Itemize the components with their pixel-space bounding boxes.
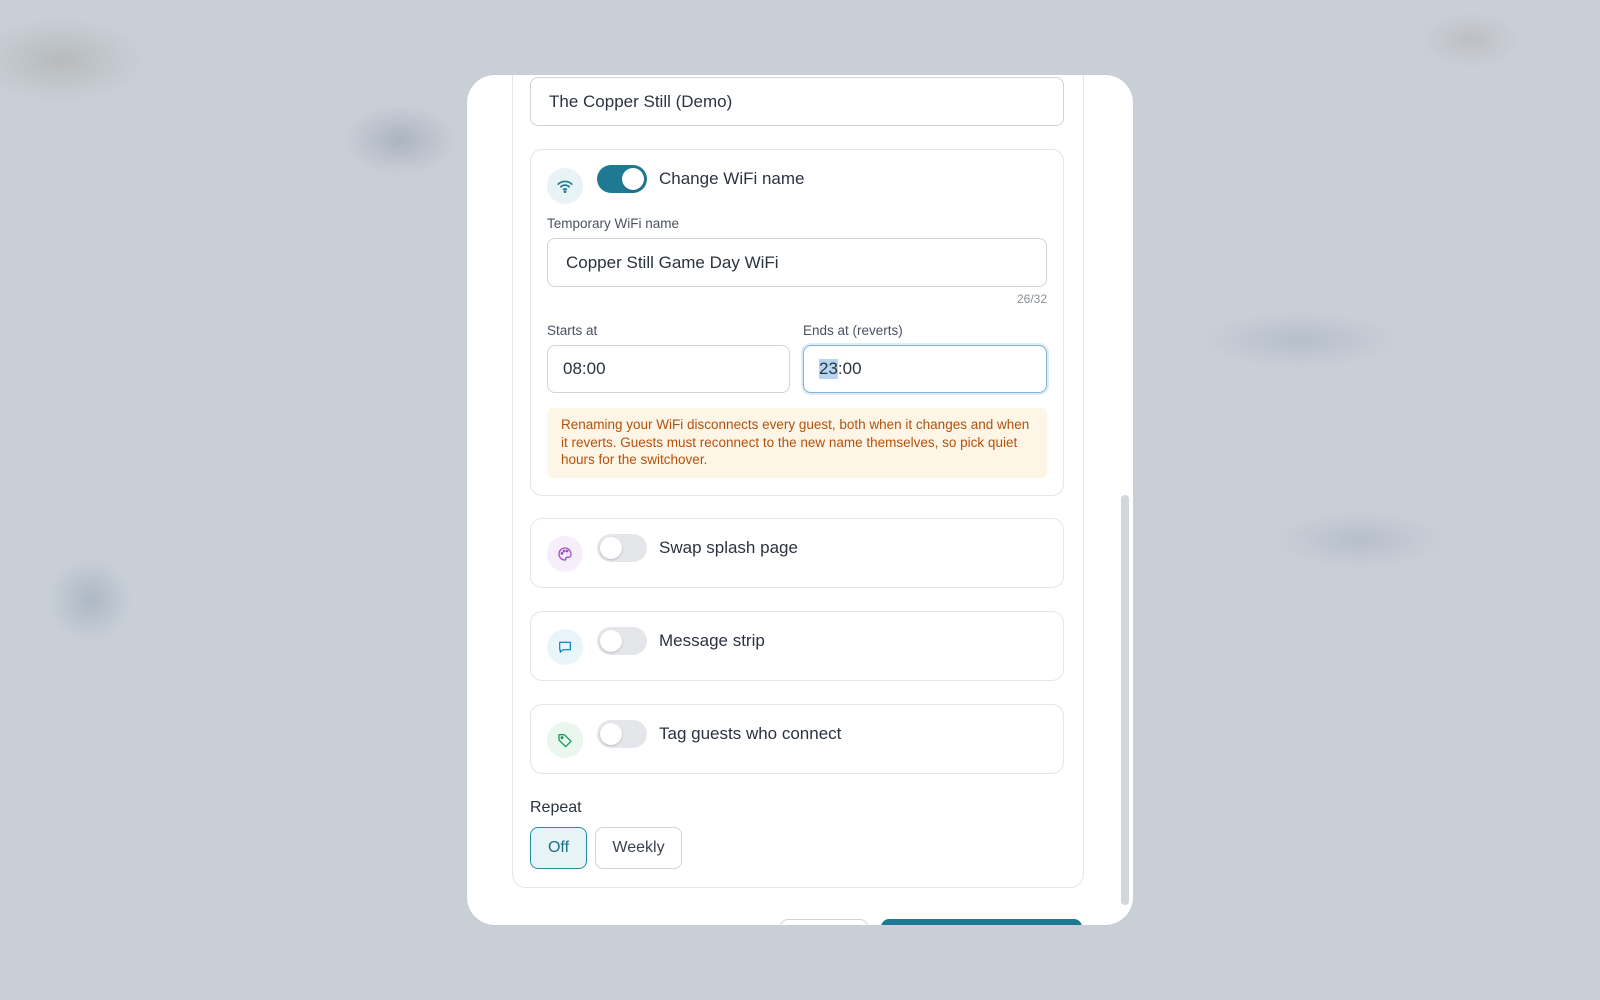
toggle-knob <box>622 168 644 190</box>
venue-name-field[interactable]: The Copper Still (Demo) <box>530 77 1064 126</box>
toggle-knob <box>600 537 622 559</box>
modal-scrollbar[interactable] <box>1121 95 1129 905</box>
cancel-button[interactable] <box>780 919 868 925</box>
swap-splash-label: Swap splash page <box>659 538 798 557</box>
ends-at-label: Ends at (reverts) <box>803 323 903 338</box>
starts-at-label: Starts at <box>547 323 598 338</box>
starts-at-input[interactable]: 08:00 <box>547 345 790 393</box>
starts-at-value: 08:00 <box>563 359 606 378</box>
wifi-name-toggle[interactable] <box>597 165 647 193</box>
temp-wifi-name-input[interactable]: Copper Still Game Day WiFi <box>547 238 1047 287</box>
temp-wifi-name-label: Temporary WiFi name <box>547 216 680 231</box>
tag-icon <box>547 722 583 758</box>
palette-icon <box>547 536 583 572</box>
save-schedule-button[interactable] <box>881 919 1082 925</box>
toggle-knob <box>600 630 622 652</box>
swap-splash-toggle[interactable] <box>597 534 647 562</box>
repeat-weekly-button[interactable]: Weekly <box>595 827 682 869</box>
ends-at-selected-hours: 23 <box>819 359 838 379</box>
message-strip-card: Message strip <box>530 611 1064 681</box>
chat-bubble-icon <box>547 629 583 665</box>
schedule-modal: The Copper Still (Demo) Change WiFi name… <box>467 75 1133 925</box>
wifi-icon <box>547 168 583 204</box>
ends-at-input[interactable]: 23:00 <box>803 345 1047 393</box>
wifi-name-toggle-label: Change WiFi name <box>659 169 805 188</box>
scrollbar-thumb[interactable] <box>1121 495 1129 905</box>
message-strip-toggle[interactable] <box>597 627 647 655</box>
tag-guests-card: Tag guests who connect <box>530 704 1064 774</box>
repeat-label: Repeat <box>530 799 582 816</box>
wifi-rename-warning: Renaming your WiFi disconnects every gue… <box>547 408 1047 478</box>
temp-wifi-name-value: Copper Still Game Day WiFi <box>566 252 779 272</box>
tag-guests-label: Tag guests who connect <box>659 724 842 743</box>
wifi-name-card: Change WiFi name Temporary WiFi name Cop… <box>530 149 1064 496</box>
venue-name-value: The Copper Still (Demo) <box>549 91 733 111</box>
ends-at-minutes: :00 <box>837 359 862 378</box>
message-strip-label: Message strip <box>659 631 765 650</box>
tag-guests-toggle[interactable] <box>597 720 647 748</box>
char-counter: 26/32 <box>1016 292 1047 306</box>
repeat-off-button[interactable]: Off <box>530 827 587 869</box>
toggle-knob <box>600 723 622 745</box>
swap-splash-card: Swap splash page <box>530 518 1064 588</box>
